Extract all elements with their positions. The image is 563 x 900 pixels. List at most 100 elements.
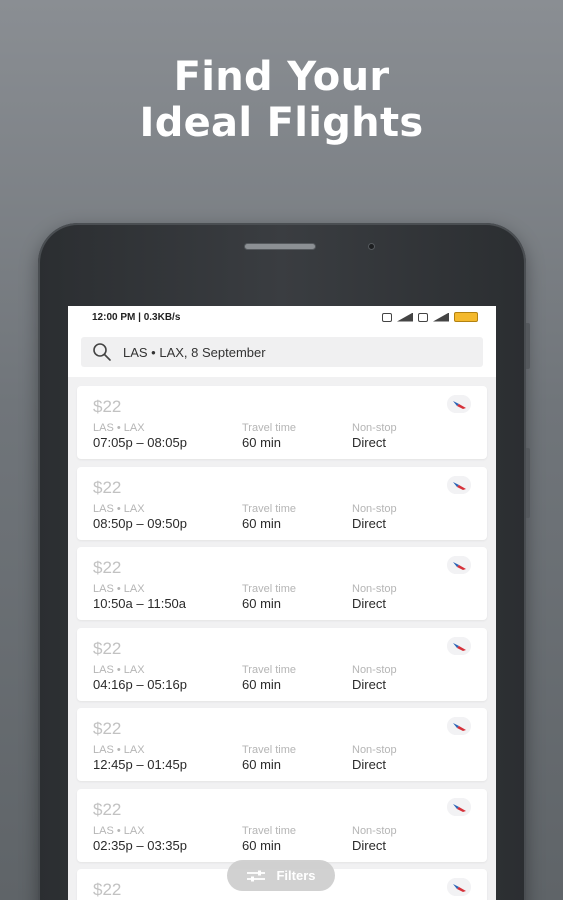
phone-side-button <box>526 448 530 518</box>
flight-duration: 60 min <box>242 837 282 853</box>
flight-duration-col: Travel time 60 min <box>242 582 352 612</box>
flight-route: LAS • LAX <box>93 422 145 434</box>
hero-title: Find Your Ideal Flights <box>0 54 563 146</box>
flight-duration-col: Travel time 60 min <box>242 421 352 451</box>
flight-stops: Direct <box>352 596 386 611</box>
airline-logo-icon <box>447 797 471 816</box>
flight-stops: Direct <box>352 435 386 450</box>
flight-stops: Direct <box>352 837 386 853</box>
signal-icon <box>397 312 413 322</box>
flight-times: 07:05p – 08:05p <box>93 435 187 450</box>
flight-list: $22 LAS • LAX 07:05p – 08:05p Travel time 60… <box>68 377 496 900</box>
airline-logo-icon <box>447 556 471 574</box>
flight-duration-col: Travel time 60 min <box>242 502 352 532</box>
filters-button[interactable]: Filters <box>227 860 335 891</box>
flight-route: LAS • LAX <box>93 824 145 837</box>
flight-duration: 60 min <box>242 435 282 450</box>
flight-times: 04:16p – 05:16p <box>93 676 187 692</box>
flight-duration: 60 min <box>242 757 282 772</box>
sliders-icon <box>247 870 266 881</box>
flight-stops: Direct <box>352 676 386 692</box>
travel-time-label: Travel time <box>242 824 296 837</box>
flight-route-col: LAS • LAX 07:05p – 08:05p <box>93 421 242 451</box>
status-icons <box>382 312 478 322</box>
airline-logo-icon <box>447 878 471 896</box>
filters-label: Filters <box>276 868 316 883</box>
airline-logo-icon <box>447 636 471 655</box>
flight-duration-col: Travel time 60 min <box>242 824 352 854</box>
travel-time-label: Travel time <box>242 422 296 434</box>
phone-camera <box>368 243 375 250</box>
flight-route-col: LAS • LAX 02:35p – 03:35p <box>93 824 242 854</box>
flight-times: 02:35p – 03:35p <box>93 837 187 853</box>
airline-logo-icon <box>447 395 471 413</box>
status-time: 12:00 PM | 0.3KB/s <box>92 311 181 323</box>
flight-stops-col: Non-stop Direct <box>352 663 397 693</box>
airline-logo-icon <box>447 717 471 735</box>
flight-stops-col: Non-stop Direct <box>352 582 397 612</box>
flight-route: LAS • LAX <box>93 744 145 756</box>
signal-icon <box>433 312 449 322</box>
search-icon <box>93 343 111 361</box>
flight-duration-col: Travel time 60 min <box>242 663 352 693</box>
flight-details: LAS • LAX 10:50a – 11:50a Travel time 60 mi… <box>93 582 471 612</box>
stops-label: Non-stop <box>352 502 397 515</box>
flight-price: $22 <box>93 397 122 416</box>
flight-times: 12:45p – 01:45p <box>93 757 187 772</box>
flight-card[interactable]: $22 LAS • LAX 10:50a – 11:50a Travel time 60… <box>77 547 487 620</box>
flight-card[interactable]: $22 LAS • LAX 02:35p – 03:35p Travel time 60… <box>77 788 487 862</box>
travel-time-label: Travel time <box>242 583 296 595</box>
flight-stops-col: Non-stop Direct <box>352 421 397 451</box>
status-bar: 12:00 PM | 0.3KB/s <box>68 306 496 328</box>
flight-route-col: LAS • LAX 10:50a – 11:50a <box>93 582 242 612</box>
flight-details: LAS • LAX 02:35p – 03:35p Travel time 60 mi… <box>93 824 471 854</box>
flight-card[interactable]: $22 LAS • LAX 08:50p – 09:50p Travel time 60… <box>77 466 487 540</box>
flight-route: LAS • LAX <box>93 583 145 595</box>
travel-time-label: Travel time <box>242 502 296 515</box>
hero-title-line1: Find Your <box>173 54 390 100</box>
phone-frame: 12:00 PM | 0.3KB/s LAS • LAX, 8 Septembe… <box>38 223 530 900</box>
flight-route-col: LAS • LAX 12:45p – 01:45p <box>93 743 242 773</box>
stops-label: Non-stop <box>352 744 397 756</box>
battery-icon <box>454 312 478 322</box>
search-query: LAS • LAX, 8 September <box>123 344 266 360</box>
flight-price: $22 <box>93 477 122 497</box>
flight-duration: 60 min <box>242 676 282 692</box>
flight-stops-col: Non-stop Direct <box>352 502 397 532</box>
flight-times: 10:50a – 11:50a <box>93 596 187 611</box>
flight-stops: Direct <box>352 757 386 772</box>
flight-duration-col: Travel time 60 min <box>242 743 352 773</box>
flight-duration: 60 min <box>242 596 282 611</box>
flight-card[interactable]: $22 LAS • LAX 07:05p – 08:05p Travel time 60… <box>77 386 487 459</box>
flight-times: 08:50p – 09:50p <box>93 515 187 531</box>
flight-card[interactable]: $22 LAS • LAX 04:16p – 05:16p Travel time 60… <box>77 627 487 701</box>
flight-card[interactable]: $22 LAS • LAX 12:45p – 01:45p Travel time 60… <box>77 708 487 781</box>
flight-duration: 60 min <box>242 515 282 531</box>
app-screen: 12:00 PM | 0.3KB/s LAS • LAX, 8 Septembe… <box>68 306 496 900</box>
flight-route-col: LAS • LAX 08:50p – 09:50p <box>93 502 242 532</box>
flight-stops-col: Non-stop Direct <box>352 824 397 854</box>
travel-time-label: Travel time <box>242 744 296 756</box>
search-bar[interactable]: LAS • LAX, 8 September <box>81 337 483 367</box>
hero-title-line2: Ideal Flights <box>139 100 424 146</box>
phone-side-button <box>526 323 530 369</box>
stops-label: Non-stop <box>352 422 397 434</box>
flight-details: LAS • LAX 12:45p – 01:45p Travel time 60 mi… <box>93 743 471 773</box>
stops-label: Non-stop <box>352 824 397 837</box>
search-bar-container: LAS • LAX, 8 September <box>68 328 496 377</box>
stops-label: Non-stop <box>352 583 397 595</box>
flight-price: $22 <box>93 799 122 819</box>
flight-stops-col: Non-stop Direct <box>352 743 397 773</box>
flight-details: LAS • LAX 07:05p – 08:05p Travel time 60 mi… <box>93 421 471 451</box>
flight-route-col: LAS • LAX 04:16p – 05:16p <box>93 663 242 693</box>
flight-route: LAS • LAX <box>93 663 145 676</box>
sim-icon <box>418 312 428 322</box>
flight-details: LAS • LAX 08:50p – 09:50p Travel time 60 mi… <box>93 502 471 532</box>
flight-route: LAS • LAX <box>93 502 145 515</box>
travel-time-label: Travel time <box>242 663 296 676</box>
airline-logo-icon <box>447 475 471 494</box>
flight-stops: Direct <box>352 515 386 531</box>
flight-price: $22 <box>93 558 122 577</box>
phone-speaker <box>244 243 316 250</box>
flight-price: $22 <box>93 719 122 738</box>
